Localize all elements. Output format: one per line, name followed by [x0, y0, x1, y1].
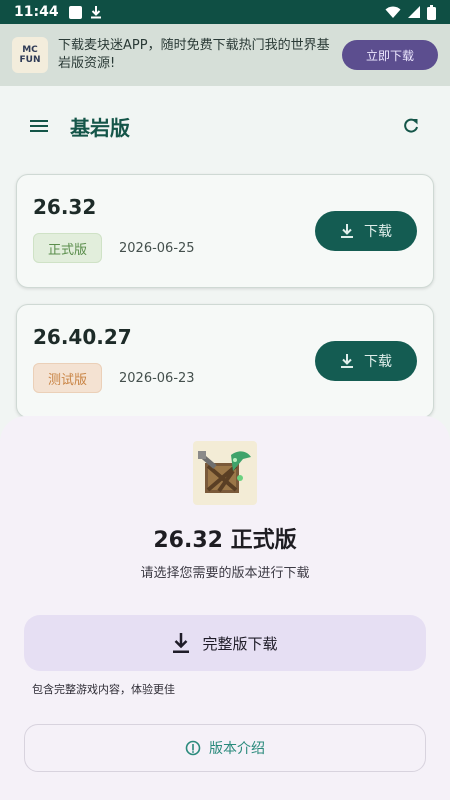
download-label: 下载 [364, 224, 392, 240]
release-date: 2026-06-23 [119, 371, 195, 386]
version-card[interactable]: 26.32 正式版 2026-06-25 下载 [16, 174, 434, 288]
logo-line-2: FUN [19, 55, 41, 65]
app-bar: 基岩版 [0, 96, 450, 156]
download-now-button[interactable]: 立即下载 [342, 40, 438, 70]
version-card[interactable]: 26.40.27 测试版 2026-06-23 下载 [16, 304, 434, 418]
notification-icon [68, 5, 82, 19]
mcfun-logo: MC FUN [12, 37, 48, 73]
sheet-title: 26.32 正式版 [153, 528, 297, 553]
status-time: 11:44 [14, 4, 59, 20]
download-icon [173, 633, 190, 653]
version-number: 26.32 [33, 195, 97, 219]
download-icon [341, 224, 353, 238]
info-icon [185, 740, 201, 756]
version-intro-label: 版本介绍 [209, 741, 265, 757]
full-version-download-button[interactable]: 完整版下载 [24, 615, 426, 671]
download-bottom-sheet: 26.32 正式版 请选择您需要的版本进行下载 完整版下载 包含完整游戏内容，体… [0, 416, 450, 800]
download-notification-icon [90, 6, 101, 19]
logo-line-1: MC [22, 45, 38, 55]
download-button[interactable]: 下载 [315, 211, 417, 251]
signal-icon [408, 6, 420, 18]
full-download-note: 包含完整游戏内容，体验更佳 [32, 683, 175, 696]
full-download-label: 完整版下载 [202, 634, 278, 653]
banner-text: 下载麦块迷APP，随时免费下载热门我的世界基岩版资源! [58, 38, 330, 71]
promo-banner[interactable]: MC FUN 下载麦块迷APP，随时免费下载热门我的世界基岩版资源! 立即下载 [0, 24, 450, 86]
status-bar: 11:44 [0, 0, 450, 24]
beta-tag: 测试版 [33, 363, 103, 393]
menu-icon[interactable] [30, 119, 48, 133]
download-button[interactable]: 下载 [315, 341, 417, 381]
battery-icon [427, 4, 436, 20]
version-intro-button[interactable]: 版本介绍 [24, 724, 426, 772]
download-label: 下载 [364, 354, 392, 370]
release-date: 2026-06-25 [119, 241, 195, 256]
wifi-icon [385, 6, 401, 18]
sheet-subtitle: 请选择您需要的版本进行下载 [140, 566, 310, 581]
crafting-table-pickaxe-icon [198, 451, 251, 493]
page-title: 基岩版 [70, 115, 130, 140]
download-icon [341, 354, 353, 368]
app-icon [193, 441, 257, 505]
stable-tag: 正式版 [33, 233, 103, 263]
version-number: 26.40.27 [33, 325, 132, 349]
refresh-icon[interactable] [402, 117, 420, 135]
